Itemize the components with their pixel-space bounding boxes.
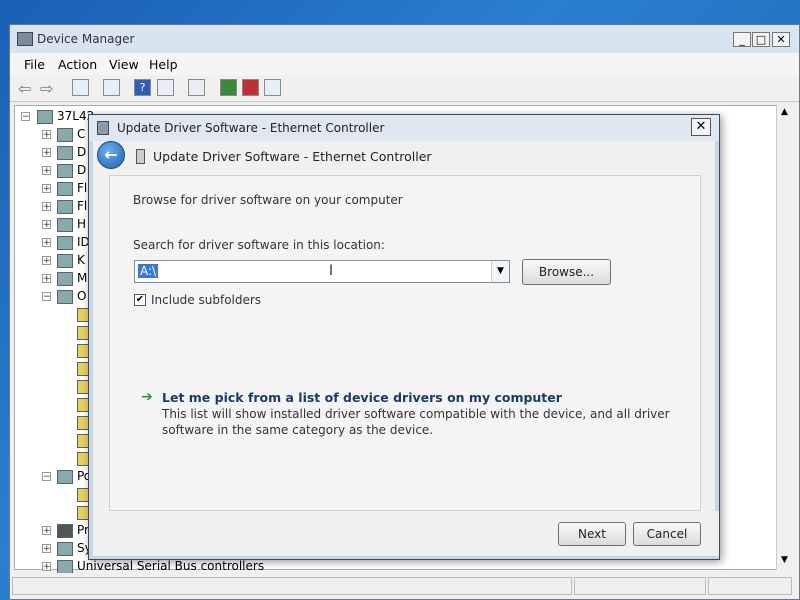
wizard-content [109, 175, 701, 511]
wizard-title: Update Driver Software - Ethernet Contro… [153, 149, 432, 164]
expand-node[interactable]: + [42, 148, 51, 158]
collapse-root[interactable]: − [21, 112, 30, 122]
dialog-title: Update Driver Software - Ethernet Contro… [117, 121, 385, 135]
back-button[interactable]: ← [97, 141, 125, 169]
uninstall-icon[interactable] [242, 79, 259, 96]
back-arrow-icon[interactable]: ⇦ [18, 79, 31, 98]
collapse-node[interactable]: − [42, 292, 51, 302]
tree-item[interactable]: C [77, 127, 85, 141]
cancel-button[interactable]: Cancel [633, 522, 701, 546]
expand-node[interactable]: + [42, 526, 51, 536]
device-icon [57, 218, 73, 232]
tree-item[interactable]: Fl [77, 181, 87, 195]
tree-item[interactable]: K [77, 253, 85, 267]
expand-node[interactable]: + [42, 166, 51, 176]
expand-node[interactable]: + [42, 130, 51, 140]
device-icon [57, 164, 73, 178]
include-subfolders-label[interactable]: Include subfolders [151, 293, 261, 307]
update-driver-dialog: Update Driver Software - Ethernet Contro… [88, 114, 720, 560]
forward-arrow-icon[interactable]: ⇨ [40, 79, 53, 98]
device-icon [57, 200, 73, 214]
tree-item[interactable]: D [77, 163, 86, 177]
update-driver-icon[interactable] [220, 79, 237, 96]
minimize-button[interactable]: _ [733, 32, 751, 47]
green-arrow-icon: ➔ [141, 389, 153, 405]
device-icon [57, 128, 73, 142]
device-icon [57, 182, 73, 196]
disable-icon[interactable] [264, 79, 281, 96]
app-icon [17, 32, 33, 46]
device-icon [57, 236, 73, 250]
expand-node[interactable]: + [42, 544, 51, 554]
menu-view[interactable]: View [109, 57, 139, 72]
browse-button[interactable]: Browse... [522, 259, 611, 285]
show-hide-tree-icon[interactable] [72, 79, 89, 96]
tree-item[interactable]: O [77, 289, 86, 303]
status-pane [12, 577, 572, 595]
other-devices-icon [57, 290, 73, 304]
title-bar: Device Manager _ □ ✕ [10, 25, 799, 54]
tree-item[interactable]: D [77, 145, 86, 159]
expand-node[interactable]: + [42, 274, 51, 284]
expand-node[interactable]: + [42, 238, 51, 248]
expand-node[interactable]: + [42, 256, 51, 266]
menu-file[interactable]: File [24, 57, 45, 72]
toolbar: ⇦ ⇨ ? [10, 75, 799, 102]
path-input[interactable]: A:\ [138, 264, 159, 278]
device-icon [57, 254, 73, 268]
status-bar [10, 573, 799, 597]
usb-icon [57, 560, 73, 574]
properties-icon[interactable] [103, 79, 120, 96]
expand-node[interactable]: + [42, 562, 51, 572]
maximize-button[interactable]: □ [752, 32, 770, 47]
processor-icon [57, 524, 73, 538]
expand-node[interactable]: + [42, 220, 51, 230]
dialog-close-button[interactable]: ✕ [691, 118, 711, 136]
menu-action[interactable]: Action [58, 57, 97, 72]
dialog-title-bar: Update Driver Software - Ethernet Contro… [89, 115, 719, 141]
computer-icon [37, 110, 53, 124]
scroll-up-icon[interactable]: ▲ [781, 107, 788, 117]
menu-bar: File Action View Help [10, 53, 799, 75]
scan-hardware-icon[interactable] [188, 79, 205, 96]
expand-node[interactable]: + [42, 202, 51, 212]
dialog-app-icon [97, 121, 109, 135]
tree-scrollbar[interactable]: ▲ ▼ [776, 105, 794, 570]
tree-item[interactable]: H [77, 217, 86, 231]
device-icon [57, 146, 73, 160]
dropdown-arrow-icon[interactable]: ▼ [491, 261, 509, 282]
search-location-label: Search for driver software in this locat… [133, 238, 385, 252]
pick-driver-description: software in the same category as the dev… [162, 423, 434, 437]
help-icon[interactable]: ? [134, 79, 151, 96]
expand-node[interactable]: + [42, 184, 51, 194]
page-heading: Browse for driver software on your compu… [133, 193, 403, 207]
include-subfolders-checkbox[interactable]: ✔ [134, 294, 146, 306]
pick-driver-description: This list will show installed driver sof… [162, 407, 670, 421]
view-icon[interactable] [157, 79, 174, 96]
text-cursor-icon: I [329, 263, 334, 279]
collapse-node[interactable]: − [42, 472, 51, 482]
status-pane [708, 577, 792, 595]
path-combobox[interactable]: A:\ I ▼ [134, 260, 510, 283]
scroll-down-icon[interactable]: ▼ [781, 555, 788, 565]
window-title: Device Manager [37, 32, 135, 46]
close-button[interactable]: ✕ [772, 32, 790, 47]
tree-item[interactable]: Universal Serial Bus controllers [77, 559, 264, 573]
next-button[interactable]: Next [558, 522, 626, 546]
tree-item[interactable]: M [77, 271, 87, 285]
pick-driver-link[interactable]: Let me pick from a list of device driver… [162, 390, 562, 405]
status-pane [574, 577, 706, 595]
tree-item[interactable]: Fl [77, 199, 87, 213]
ports-icon [57, 470, 73, 484]
driver-icon [136, 149, 145, 164]
menu-help[interactable]: Help [149, 57, 178, 72]
system-icon [57, 542, 73, 556]
mouse-icon [57, 272, 73, 286]
